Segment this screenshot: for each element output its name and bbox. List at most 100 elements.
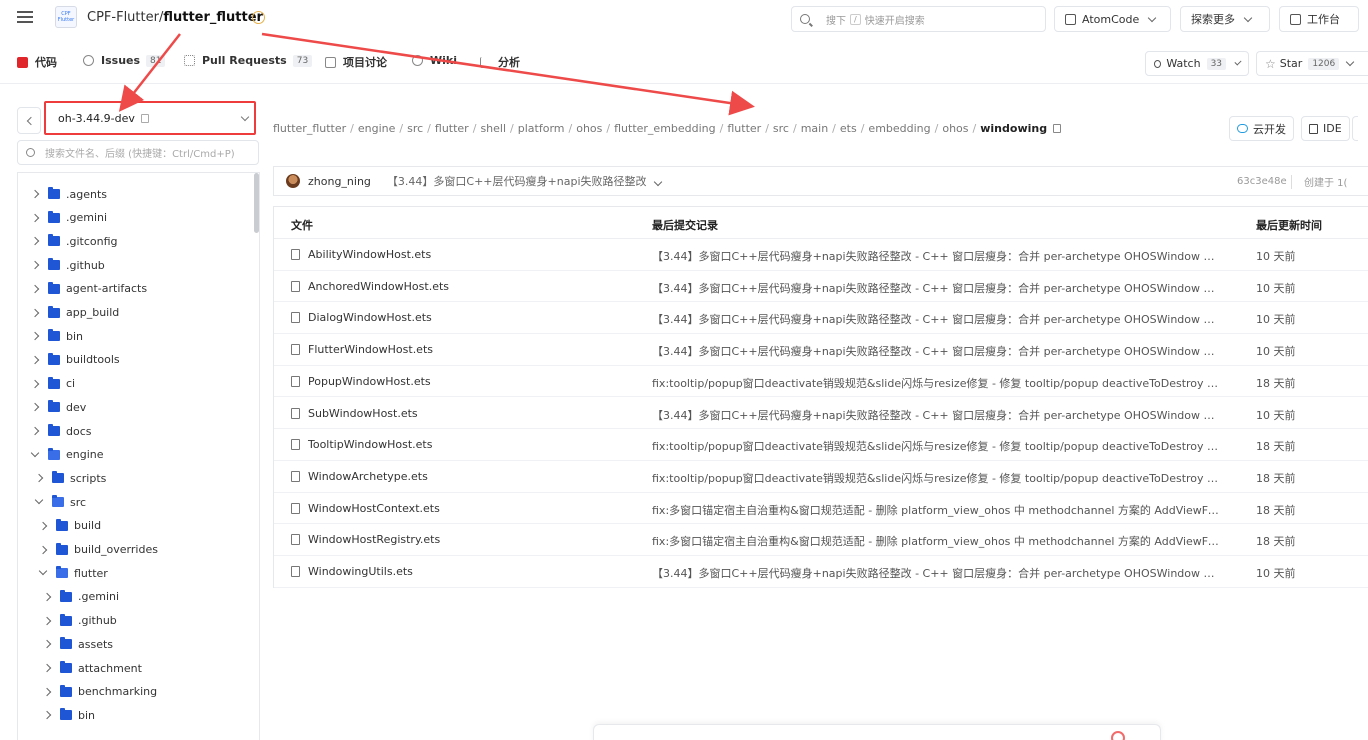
- chevron-down-icon[interactable]: [34, 495, 44, 505]
- tree-item[interactable]: .gitconfig: [30, 232, 118, 250]
- tab-discussion[interactable]: 项目讨论: [325, 54, 387, 70]
- chevron-down-icon[interactable]: [38, 566, 48, 576]
- tree-item[interactable]: agent-artifacts: [30, 280, 147, 298]
- repo-title[interactable]: CPF-Flutter/flutter_flutter: [87, 10, 263, 25]
- tree-item[interactable]: .gemini: [42, 588, 119, 606]
- file-name-link[interactable]: WindowHostContext.ets: [291, 502, 440, 515]
- commit-message[interactable]: 【3.44】多窗口C++层代码瘦身+napi失败路径整改: [387, 173, 662, 189]
- tab-pull-requests[interactable]: Pull Requests 73: [184, 54, 313, 67]
- tree-item[interactable]: bin: [30, 327, 83, 345]
- commit-message-link[interactable]: 【3.44】多窗口C++层代码瘦身+napi失败路径整改 - C++ 窗口层瘦身…: [652, 248, 1224, 264]
- branch-selector[interactable]: oh-3.44.9-dev: [44, 101, 256, 135]
- ide-button[interactable]: IDE: [1301, 116, 1350, 141]
- avatar[interactable]: [286, 174, 300, 188]
- tab-analysis[interactable]: 分析: [480, 54, 520, 70]
- breadcrumb-segment[interactable]: flutter: [435, 122, 469, 135]
- tree-item[interactable]: .gemini: [30, 209, 107, 227]
- tab-wiki[interactable]: Wiki: [412, 54, 457, 67]
- breadcrumb-segment[interactable]: engine: [358, 122, 396, 135]
- breadcrumb-segment[interactable]: flutter_embedding: [614, 122, 716, 135]
- tree-item[interactable]: bin: [42, 706, 95, 724]
- tree-item[interactable]: assets: [42, 635, 113, 653]
- chevron-right-icon[interactable]: [42, 711, 52, 720]
- chevron-right-icon[interactable]: [30, 331, 40, 341]
- tree-scrollbar[interactable]: [254, 173, 259, 233]
- tree-item[interactable]: src: [34, 493, 86, 511]
- file-name-link[interactable]: WindowHostRegistry.ets: [291, 533, 440, 546]
- tree-item[interactable]: scripts: [34, 469, 106, 487]
- chevron-right-icon[interactable]: [42, 616, 52, 625]
- file-name-link[interactable]: AnchoredWindowHost.ets: [291, 280, 449, 293]
- chevron-right-icon[interactable]: [30, 284, 40, 294]
- table-row[interactable]: AnchoredWindowHost.ets 【3.44】多窗口C++层代码瘦身+…: [274, 271, 1368, 303]
- tab-issues[interactable]: Issues 81: [83, 54, 166, 67]
- file-search-input[interactable]: 搜索文件名、后缀 (快捷键：Ctrl/Cmd+P): [17, 140, 259, 165]
- workbench-button[interactable]: 工作台: [1279, 6, 1359, 32]
- global-search-input[interactable]: 搜下 / 快速开启搜索: [791, 6, 1046, 32]
- commit-message-link[interactable]: 【3.44】多窗口C++层代码瘦身+napi失败路径整改 - C++ 窗口层瘦身…: [652, 311, 1224, 327]
- chevron-right-icon[interactable]: [34, 474, 44, 483]
- commit-author[interactable]: zhong_ning: [308, 175, 371, 188]
- table-row[interactable]: PopupWindowHost.ets fix:tooltip/popup窗口de…: [274, 366, 1368, 398]
- file-name-link[interactable]: WindowingUtils.ets: [291, 565, 413, 578]
- tree-item[interactable]: ci: [30, 375, 75, 393]
- tree-item[interactable]: benchmarking: [42, 683, 157, 701]
- tree-item[interactable]: .agents: [30, 185, 107, 203]
- copy-icon[interactable]: [140, 113, 149, 123]
- commit-message-link[interactable]: 【3.44】多窗口C++层代码瘦身+napi失败路径整改 - C++ 窗口层瘦身…: [652, 407, 1224, 423]
- file-name-link[interactable]: TooltipWindowHost.ets: [291, 438, 432, 451]
- breadcrumb-segment[interactable]: src: [407, 122, 423, 135]
- breadcrumb-segment[interactable]: embedding: [868, 122, 930, 135]
- commit-message-link[interactable]: fix:多窗口锚定宿主自治重构&窗口规范适配 - 删除 platform_vie…: [652, 533, 1224, 549]
- repo-owner[interactable]: CPF-Flutter/: [87, 10, 163, 25]
- file-name-link[interactable]: FlutterWindowHost.ets: [291, 343, 433, 356]
- tree-item[interactable]: .github: [42, 612, 117, 630]
- commit-message-link[interactable]: 【3.44】多窗口C++层代码瘦身+napi失败路径整改 - C++ 窗口层瘦身…: [652, 343, 1224, 359]
- chevron-right-icon[interactable]: [30, 213, 40, 222]
- tab-code[interactable]: 代码: [17, 54, 57, 70]
- chevron-right-icon[interactable]: [38, 521, 48, 531]
- chevron-right-icon[interactable]: [30, 379, 40, 388]
- table-row[interactable]: WindowingUtils.ets 【3.44】多窗口C++层代码瘦身+napi…: [274, 556, 1368, 588]
- chevron-right-icon[interactable]: [30, 237, 40, 246]
- table-row[interactable]: FlutterWindowHost.ets 【3.44】多窗口C++层代码瘦身+n…: [274, 334, 1368, 366]
- back-button[interactable]: [17, 107, 41, 134]
- chevron-right-icon[interactable]: [42, 640, 52, 649]
- tree-item[interactable]: dev: [30, 398, 86, 416]
- commit-message-link[interactable]: fix:tooltip/popup窗口deactivate销毁规范&slide闪…: [652, 375, 1224, 391]
- menu-icon[interactable]: [17, 9, 33, 25]
- chevron-right-icon[interactable]: [30, 355, 40, 365]
- table-row[interactable]: WindowHostRegistry.ets fix:多窗口锚定宿主自治重构&窗口…: [274, 524, 1368, 556]
- file-name-link[interactable]: PopupWindowHost.ets: [291, 375, 431, 388]
- atomcode-button[interactable]: AtomCode: [1054, 6, 1171, 32]
- file-name-link[interactable]: DialogWindowHost.ets: [291, 311, 432, 324]
- file-name-link[interactable]: WindowArchetype.ets: [291, 470, 428, 483]
- table-row[interactable]: DialogWindowHost.ets 【3.44】多窗口C++层代码瘦身+na…: [274, 302, 1368, 335]
- tree-item[interactable]: engine: [30, 446, 104, 464]
- chevron-right-icon[interactable]: [42, 663, 52, 673]
- watch-button[interactable]: Watch 33: [1145, 51, 1249, 76]
- breadcrumb-segment[interactable]: src: [773, 122, 789, 135]
- breadcrumb-segment[interactable]: shell: [480, 122, 506, 135]
- tree-item[interactable]: flutter: [38, 564, 108, 582]
- table-row[interactable]: WindowArchetype.ets fix:tooltip/popup窗口de…: [274, 461, 1368, 493]
- repo-name[interactable]: flutter_flutter: [163, 10, 263, 25]
- chevron-right-icon[interactable]: [30, 260, 40, 270]
- chevron-right-icon[interactable]: [30, 308, 40, 317]
- commit-message-link[interactable]: fix:tooltip/popup窗口deactivate销毁规范&slide闪…: [652, 470, 1224, 486]
- chevron-right-icon[interactable]: [42, 592, 52, 602]
- file-name-link[interactable]: AbilityWindowHost.ets: [291, 248, 431, 261]
- table-row[interactable]: AbilityWindowHost.ets 【3.44】多窗口C++层代码瘦身+n…: [274, 239, 1368, 271]
- breadcrumb-segment[interactable]: flutter_flutter: [273, 122, 346, 135]
- breadcrumb-segment[interactable]: flutter: [727, 122, 761, 135]
- chevron-right-icon[interactable]: [30, 189, 40, 199]
- commit-message-link[interactable]: fix:多窗口锚定宿主自治重构&窗口规范适配 - 删除 platform_vie…: [652, 502, 1224, 518]
- chevron-right-icon[interactable]: [38, 545, 48, 554]
- more-button[interactable]: [1352, 116, 1358, 141]
- tree-item[interactable]: build: [38, 517, 101, 535]
- tree-item[interactable]: buildtools: [30, 351, 120, 369]
- file-name-link[interactable]: SubWindowHost.ets: [291, 407, 418, 420]
- table-row[interactable]: WindowHostContext.ets fix:多窗口锚定宿主自治重构&窗口规…: [274, 493, 1368, 525]
- chevron-right-icon[interactable]: [30, 426, 40, 436]
- table-row[interactable]: TooltipWindowHost.ets fix:tooltip/popup窗口…: [274, 429, 1368, 461]
